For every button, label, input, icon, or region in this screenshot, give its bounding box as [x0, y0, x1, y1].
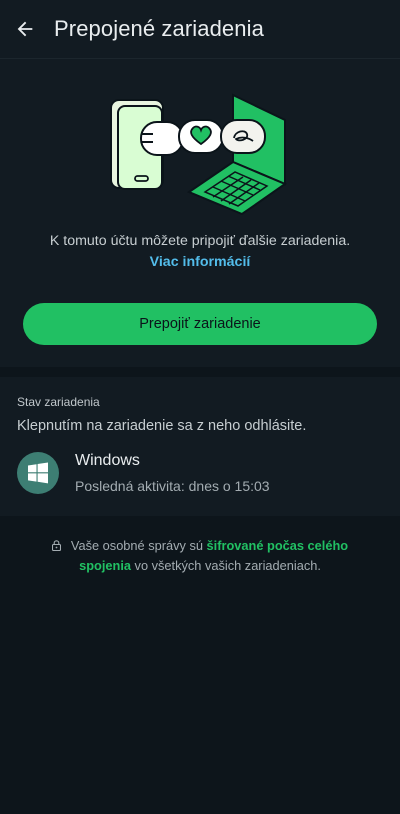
encryption-note: Vaše osobné správy sú šifrované počas ce… [40, 536, 360, 576]
lock-icon [51, 540, 61, 551]
intro-text: K tomuto účtu môžete pripojiť ďalšie zar… [49, 233, 351, 249]
intro-text-block: K tomuto účtu môžete pripojiť ďalšie zar… [0, 231, 400, 273]
windows-icon [28, 462, 48, 484]
devices-section: Stav zariadenia Klepnutím na zariadenie … [0, 377, 400, 506]
device-text: Windows Posledná aktivita: dnes o 15:03 [75, 452, 270, 494]
device-status-label: Stav zariadenia [17, 395, 100, 409]
device-last-active: Posledná aktivita: dnes o 15:03 [75, 478, 270, 494]
section-divider [0, 367, 400, 377]
hero-section: K tomuto účtu môžete pripojiť ďalšie zar… [0, 92, 400, 367]
arrow-left-icon [17, 21, 33, 37]
encryption-text-before: Vaše osobné správy sú [70, 538, 207, 553]
phone-laptop-link-illustration [110, 93, 288, 216]
device-item-windows[interactable]: Windows Posledná aktivita: dnes o 15:03 [17, 452, 383, 494]
page-title: Prepojené zariadenia [54, 16, 264, 41]
back-button[interactable] [0, 0, 50, 58]
encryption-footer: Vaše osobné správy sú šifrované počas ce… [0, 516, 400, 814]
encryption-text-after: vo všetkých vašich zariadeniach. [131, 558, 321, 573]
app-bar: Prepojené zariadenia [0, 0, 400, 59]
link-device-button[interactable]: Prepojiť zariadenie [23, 303, 377, 345]
device-name: Windows [75, 452, 140, 469]
device-avatar [17, 452, 59, 494]
device-logout-hint: Klepnutím na zariadenie sa z neho odhlás… [17, 418, 307, 434]
more-info-link[interactable]: Viac informácií [150, 252, 251, 273]
